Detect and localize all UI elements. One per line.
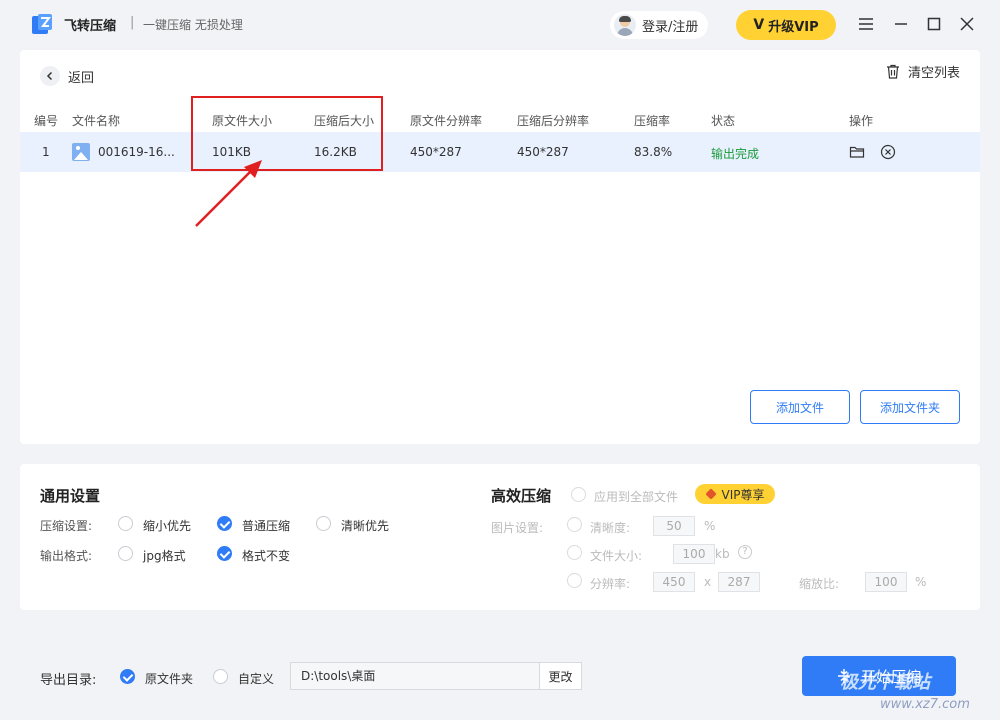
image-settings-label: 图片设置: [491, 521, 544, 535]
clear-list-label: 清空列表 [907, 66, 960, 81]
vip-v-icon: V [753, 17, 765, 33]
option-normal-compress[interactable]: 普通压缩 [242, 517, 290, 534]
col-status: 状态 [711, 114, 736, 128]
login-button[interactable]: 登录/注册 [610, 11, 709, 39]
resolution-height-input[interactable]: 287 [718, 572, 760, 592]
clear-list-button[interactable]: 清空列表 [886, 62, 960, 81]
clarity-unit: % [704, 519, 716, 533]
gem-icon [704, 488, 717, 500]
option-jpg-format[interactable]: jpg格式 [143, 547, 186, 564]
settings-panel: 通用设置 压缩设置: 缩小优先 普通压缩 清晰优先 输出格式: jpg格式 格式… [20, 464, 980, 610]
resolution-label: 分辨率: [590, 577, 631, 591]
minimize-icon[interactable] [890, 13, 912, 35]
title-bar: 飞转压缩 | 一键压缩 无损处理 登录/注册 V 升级VIP [0, 0, 1000, 50]
col-filename: 文件名称 [72, 114, 121, 128]
option-keep-format[interactable]: 格式不变 [242, 547, 290, 564]
image-file-icon [72, 143, 90, 161]
radio-clarity-priority[interactable] [316, 516, 331, 531]
open-folder-icon[interactable] [849, 144, 865, 160]
upgrade-vip-button[interactable]: V 升级VIP [736, 10, 836, 40]
add-file-button[interactable]: 添加文件 [750, 390, 850, 424]
row-index: 1 [42, 145, 50, 159]
app-name: 飞转压缩 [64, 19, 117, 34]
avatar [614, 14, 636, 36]
radio-shrink-priority[interactable] [118, 516, 133, 531]
clarity-input[interactable]: 50 [653, 516, 695, 536]
watermark-url: www.xz7.com [880, 697, 970, 712]
add-folder-button[interactable]: 添加文件夹 [860, 390, 960, 424]
close-icon[interactable] [956, 13, 978, 35]
col-actions: 操作 [849, 114, 874, 128]
menu-icon[interactable] [855, 13, 877, 35]
option-custom-folder[interactable]: 自定义 [238, 670, 274, 687]
back-button[interactable]: 返回 [40, 66, 94, 86]
app-slogan: 一键压缩 无损处理 [143, 18, 243, 32]
radio-normal-compress[interactable] [217, 516, 232, 531]
efficient-compress-title: 高效压缩 [491, 487, 552, 505]
back-label: 返回 [68, 70, 95, 86]
col-ratio: 压缩率 [634, 114, 671, 128]
file-size-input[interactable]: 100 [673, 544, 715, 564]
radio-resolution[interactable] [567, 573, 582, 588]
row-ratio: 83.8% [634, 145, 673, 159]
option-original-folder[interactable]: 原文件夹 [145, 670, 193, 687]
radio-clarity[interactable] [567, 517, 582, 532]
title-separator: | [130, 15, 135, 30]
radio-keep-format[interactable] [217, 546, 232, 561]
help-icon[interactable]: ? [738, 545, 752, 559]
remove-icon[interactable] [880, 144, 896, 160]
resolution-width-input[interactable]: 450 [653, 572, 695, 592]
compress-setting-label: 压缩设置: [40, 519, 93, 533]
radio-original-folder[interactable] [120, 669, 135, 684]
option-clarity-priority[interactable]: 清晰优先 [341, 517, 389, 534]
trash-icon [886, 64, 899, 79]
option-shrink-priority[interactable]: 缩小优先 [143, 517, 191, 534]
col-original-resolution: 原文件分辨率 [410, 114, 483, 128]
scale-input[interactable]: 100 [865, 572, 907, 592]
col-index: 编号 [34, 114, 59, 128]
output-path-field[interactable]: D:\tools\桌面 [290, 662, 540, 690]
resolution-x: x [704, 575, 712, 589]
watermark-text: 极光下载站 [840, 672, 930, 693]
radio-apply-all[interactable] [571, 487, 586, 502]
file-size-label: 文件大小: [590, 549, 643, 563]
app-logo-icon [32, 14, 52, 34]
radio-custom-folder[interactable] [213, 669, 228, 684]
chevron-left-icon [40, 66, 60, 86]
change-path-button[interactable]: 更改 [539, 662, 582, 690]
file-list-panel: 返回 清空列表 编号 文件名称 原文件大小 压缩后大小 原文件分辨率 压缩后分辨… [20, 50, 980, 444]
radio-file-size[interactable] [567, 545, 582, 560]
scale-label: 缩放比: [799, 577, 840, 591]
red-arrow-icon [195, 160, 262, 227]
file-size-unit: kb [715, 547, 730, 561]
col-compressed-resolution: 压缩后分辨率 [517, 114, 590, 128]
login-label: 登录/注册 [642, 19, 699, 35]
vip-badge-label: VIP尊享 [721, 487, 765, 502]
output-format-label: 输出格式: [40, 549, 93, 563]
output-dir-label: 导出目录: [40, 673, 97, 688]
row-filename: 001619-16... [98, 145, 175, 159]
row-original-resolution: 450*287 [410, 145, 462, 159]
radio-jpg-format[interactable] [118, 546, 133, 561]
table-header: 编号 文件名称 原文件大小 压缩后大小 原文件分辨率 压缩后分辨率 压缩率 状态… [20, 110, 980, 130]
apply-all-label[interactable]: 应用到全部文件 [594, 488, 678, 505]
vip-label: 升级VIP [768, 19, 819, 35]
scale-unit: % [915, 575, 927, 589]
row-status: 输出完成 [711, 147, 760, 161]
row-compressed-resolution: 450*287 [517, 145, 569, 159]
clarity-label: 清晰度: [590, 521, 631, 535]
general-settings-title: 通用设置 [40, 487, 101, 505]
table-row[interactable]: 1 001619-16... 101KB 16.2KB 450*287 450*… [20, 132, 980, 172]
maximize-icon[interactable] [923, 13, 945, 35]
vip-exclusive-badge: VIP尊享 [695, 484, 775, 504]
